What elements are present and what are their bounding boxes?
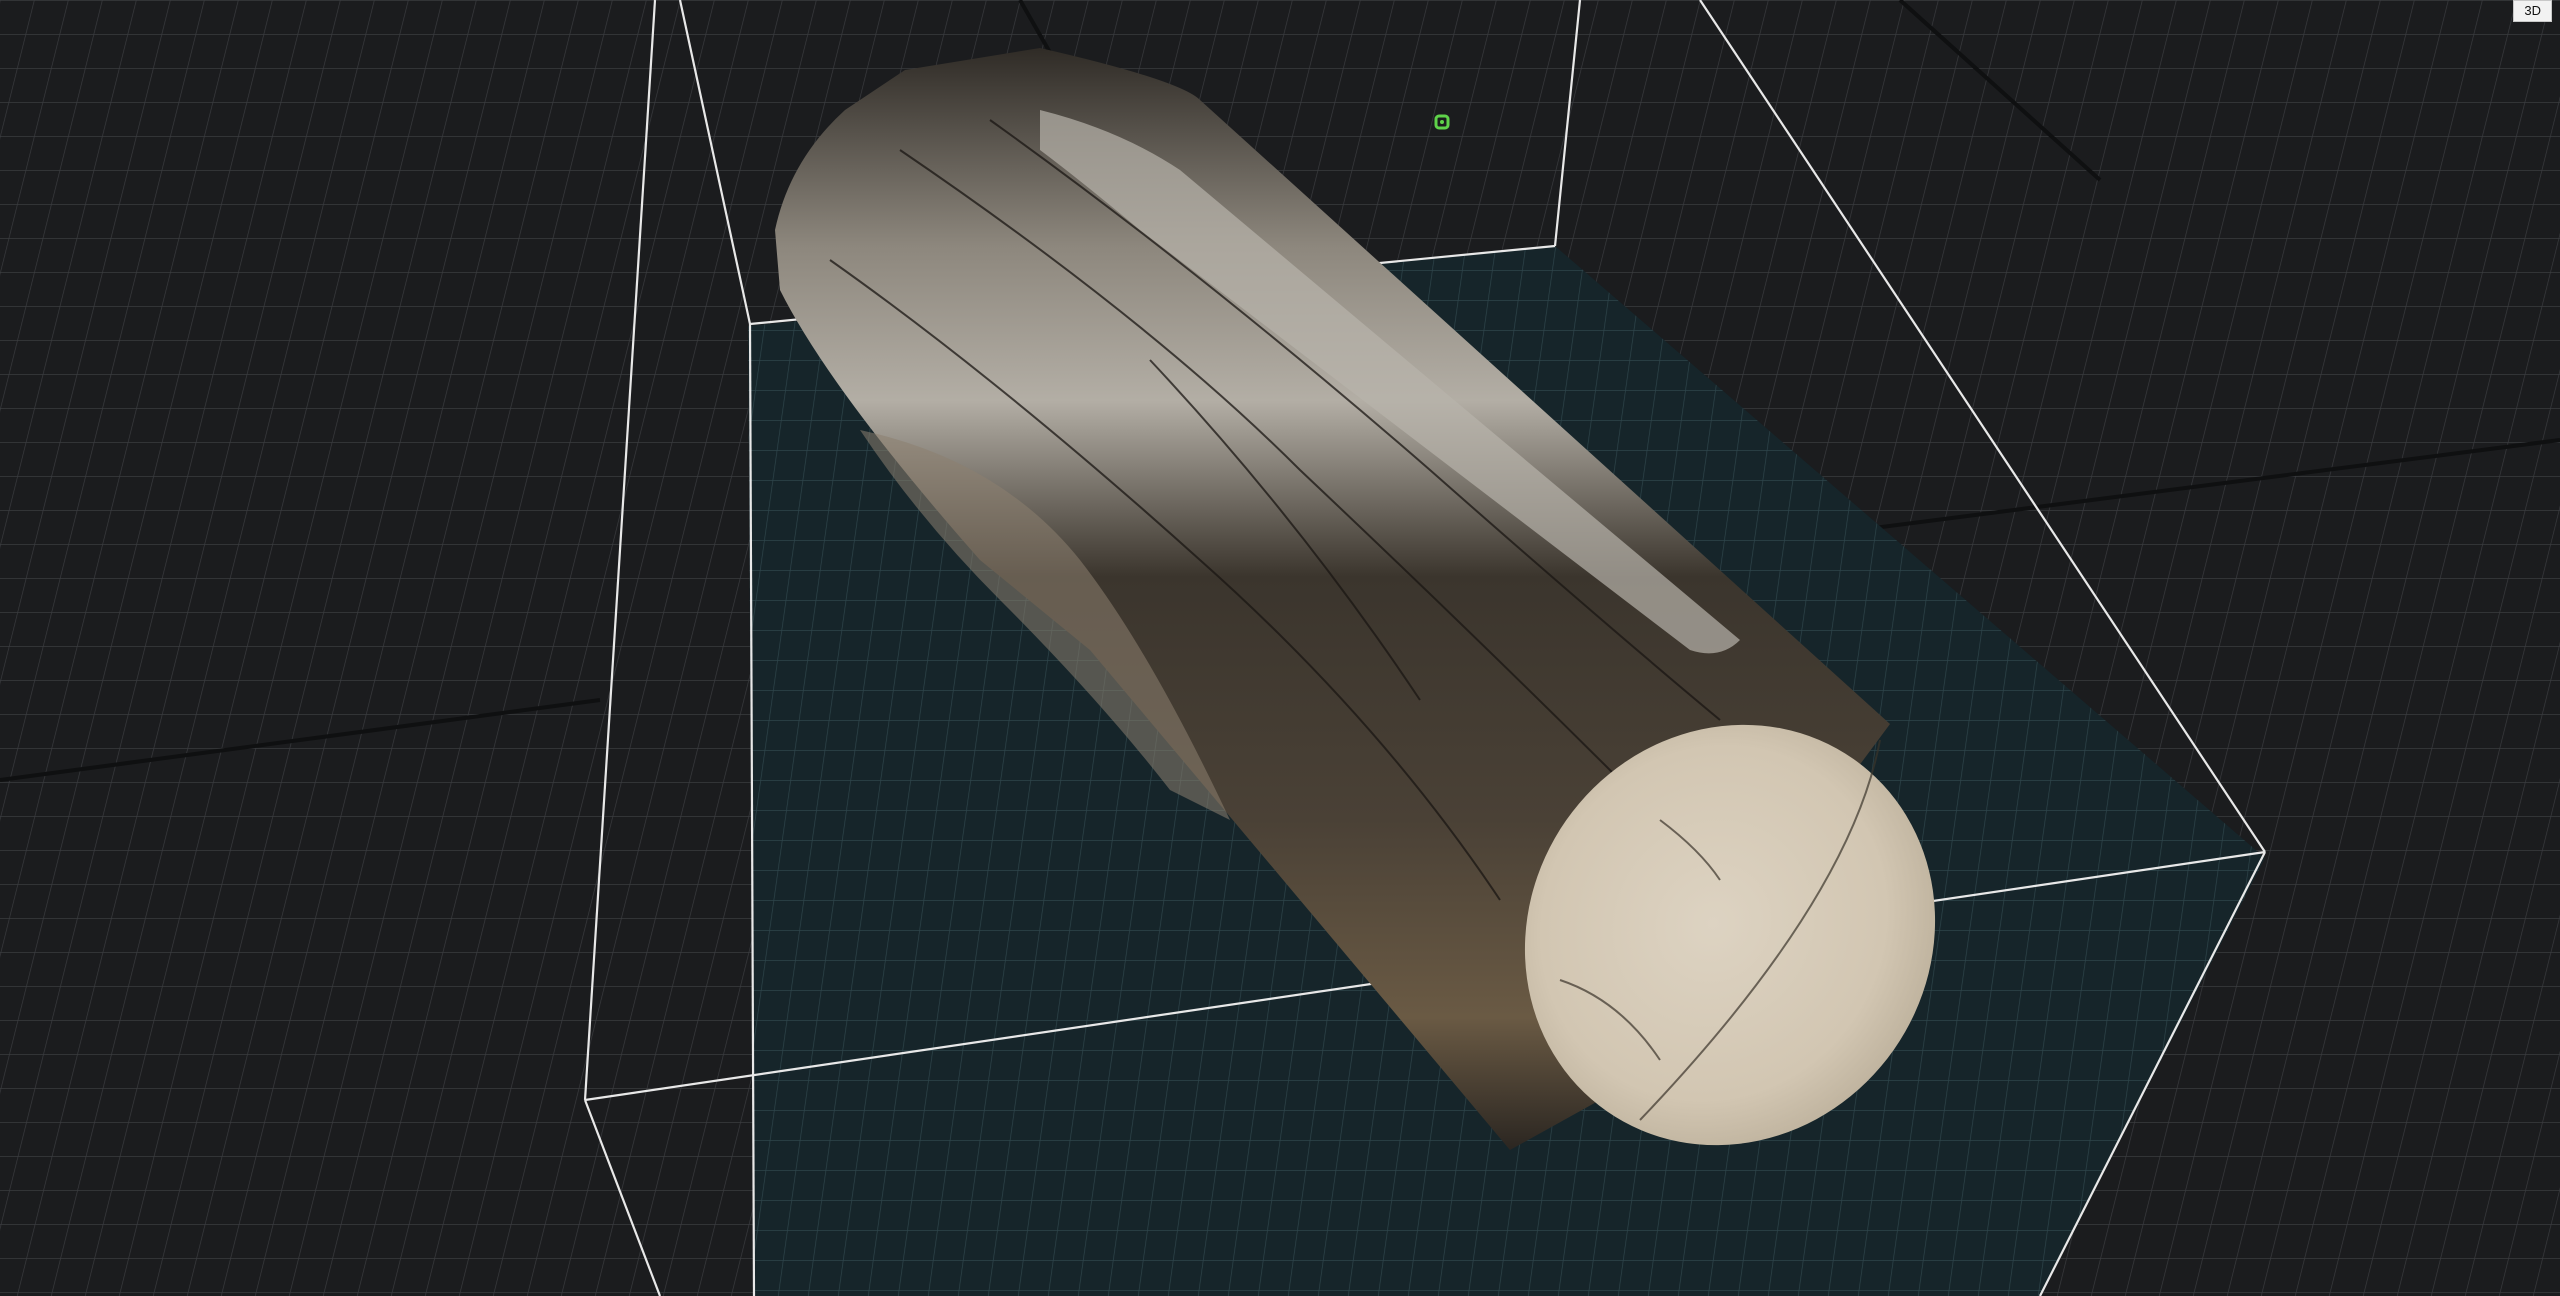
scene-canvas[interactable]: [0, 0, 2560, 1296]
view-mode-3d-button[interactable]: 3D: [2513, 0, 2552, 22]
3d-viewport[interactable]: 3D: [0, 0, 2560, 1296]
